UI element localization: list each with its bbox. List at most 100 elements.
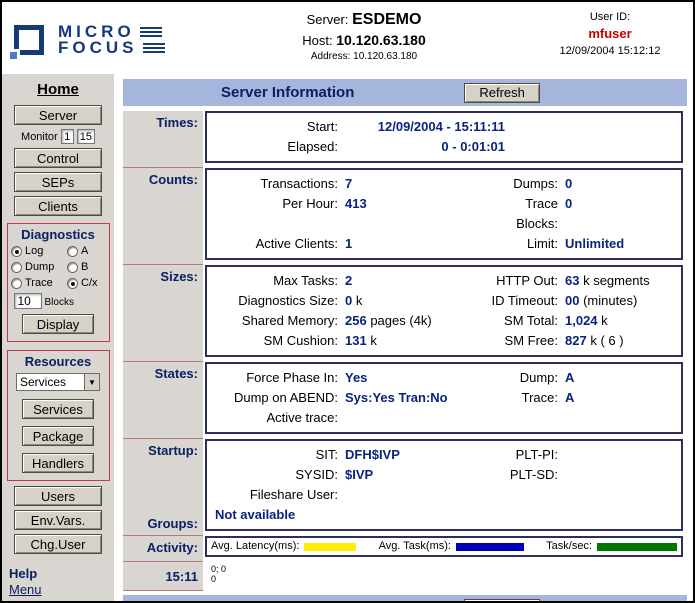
diagnostics-title: Diagnostics (21, 227, 95, 242)
field-label: Fileshare User: (215, 485, 345, 505)
field-value: 2 (345, 273, 352, 288)
clients-button[interactable]: Clients (14, 196, 102, 216)
field-label: PLT-SD: (485, 465, 565, 485)
services-button[interactable]: Services (22, 399, 94, 419)
field-label: Transactions: (215, 174, 345, 194)
header-timestamp: 12/09/2004 15:12:12 (535, 45, 685, 57)
server-button[interactable]: Server (14, 105, 102, 125)
states-box: Force Phase In:Yes Dump:A Dump on ABEND:… (205, 362, 683, 434)
sidebar-footer: Help Menu (2, 566, 114, 601)
radio-dump[interactable] (11, 262, 22, 273)
host-value: 10.120.63.180 (336, 32, 426, 48)
refresh-button-bottom[interactable]: Refresh (464, 599, 540, 603)
field-label: Trace: (485, 388, 565, 408)
userid-value: mfuser (535, 26, 685, 41)
field-unit: k ( 6 ) (590, 333, 623, 348)
monitor-interval-box[interactable]: 1 (61, 129, 74, 144)
chguser-button[interactable]: Chg.User (14, 534, 102, 554)
field-unit: k segments (583, 273, 649, 288)
resources-select[interactable]: Services ▼ (16, 373, 100, 391)
sidebar: Home Server Monitor 1 15 Control SEPs Cl… (2, 74, 114, 601)
reading-line: 0; 0 (211, 564, 677, 574)
times-row: Start:12/09/2004 - 15:11:11 Elapsed:0 - … (203, 111, 687, 168)
states-row: Force Phase In:Yes Dump:A Dump on ABEND:… (203, 362, 687, 439)
logo-stripes-icon (140, 27, 162, 38)
field-label: SM Cushion: (215, 331, 345, 351)
control-button[interactable]: Control (14, 148, 102, 168)
handlers-button[interactable]: Handlers (22, 453, 94, 473)
server-identity: Server: ESDEMO Host: 10.120.63.180 Addre… (193, 8, 535, 72)
seps-button[interactable]: SEPs (14, 172, 102, 192)
field-label: Dumps: (485, 174, 565, 194)
refresh-button-top[interactable]: Refresh (464, 83, 540, 103)
home-link[interactable]: Home (37, 81, 79, 98)
field-label: ID Timeout: (485, 291, 565, 311)
monitor-refresh-box[interactable]: 15 (77, 129, 95, 144)
field-label: Diagnostics Size: (215, 291, 345, 311)
display-button[interactable]: Display (22, 314, 94, 334)
resources-title: Resources (25, 354, 91, 369)
users-button[interactable]: Users (14, 486, 102, 506)
reading-line: 0 (211, 574, 677, 584)
server-information-footer-bar: Server Information Refresh (123, 595, 687, 603)
address-label: Address: (311, 51, 350, 62)
activity-readings-box: 0; 0 0 (205, 562, 683, 586)
field-unit: k (601, 313, 608, 328)
envvars-button[interactable]: Env.Vars. (14, 510, 102, 530)
sizes-row: Max Tasks:2 HTTP Out:63 k segments Diagn… (203, 265, 687, 362)
resources-select-value: Services (17, 374, 84, 390)
help-label: Help (9, 566, 114, 581)
field-label: Active Clients: (215, 234, 345, 254)
activity-box: Avg. Latency(ms): Avg. Task(ms): Task/se… (205, 536, 683, 557)
field-label: SYSID: (215, 465, 345, 485)
field-label: Start: (215, 117, 345, 137)
activity-time-label: 15:11 (123, 562, 203, 591)
microfocus-logo-icon (14, 25, 44, 55)
field-value: 0 - 0:01:01 (345, 137, 505, 157)
field-label: Force Phase In: (215, 368, 345, 388)
radio-log[interactable] (11, 246, 22, 257)
field-value: A (565, 390, 574, 405)
activity-row-label: Activity: (123, 536, 203, 562)
field-label: Limit: (485, 234, 565, 254)
radio-trace[interactable] (11, 278, 22, 289)
radio-a[interactable] (67, 246, 78, 257)
blocks-row: 10 Blocks (8, 293, 74, 309)
startup-row-label: Startup: Groups: (123, 439, 203, 536)
field-label: Dump on ABEND: (215, 388, 345, 408)
menu-link[interactable]: Menu (9, 582, 42, 597)
field-value: 7 (345, 176, 352, 191)
field-value: Unlimited (565, 236, 624, 251)
main-content: Server Information Refresh Times: Start:… (114, 74, 693, 601)
field-value: 63 (565, 273, 579, 288)
tasksec-label: Task/sec: (546, 540, 592, 553)
radio-a-label: A (81, 245, 88, 257)
package-button[interactable]: Package (22, 426, 94, 446)
field-label: PLT-PI: (485, 445, 565, 465)
field-unit: k (370, 333, 377, 348)
radio-b-label: B (81, 261, 88, 273)
field-label: Trace Blocks: (485, 194, 565, 234)
chevron-down-icon[interactable]: ▼ (84, 374, 99, 390)
activity-readings-row: 0; 0 0 (203, 562, 687, 591)
field-label (485, 485, 565, 505)
field-label: SM Total: (485, 311, 565, 331)
blocks-input[interactable]: 10 (14, 293, 42, 309)
radio-log-label: Log (25, 245, 43, 257)
field-value: DFH$IVP (345, 447, 400, 462)
field-label: Shared Memory: (215, 311, 345, 331)
field-value: $IVP (345, 467, 373, 482)
task-label: Avg. Task(ms): (379, 540, 451, 553)
server-information-header-bar: Server Information Refresh (123, 79, 687, 106)
radio-cx-label: C/x (81, 277, 98, 289)
field-value: 12/09/2004 - 15:11:11 (345, 117, 505, 137)
radio-cx[interactable] (67, 278, 78, 289)
server-name: ESDEMO (352, 11, 421, 28)
tasksec-bar (597, 543, 677, 551)
field-value: 0 (345, 293, 352, 308)
radio-b[interactable] (67, 262, 78, 273)
field-label: Elapsed: (215, 137, 345, 157)
field-value: Sys:Yes Tran:No (345, 390, 448, 405)
diagnostics-radio-group: Log A Dump B Trace C/x (11, 245, 105, 289)
microfocus-logo-text: MICRO FOCUS (58, 24, 165, 56)
